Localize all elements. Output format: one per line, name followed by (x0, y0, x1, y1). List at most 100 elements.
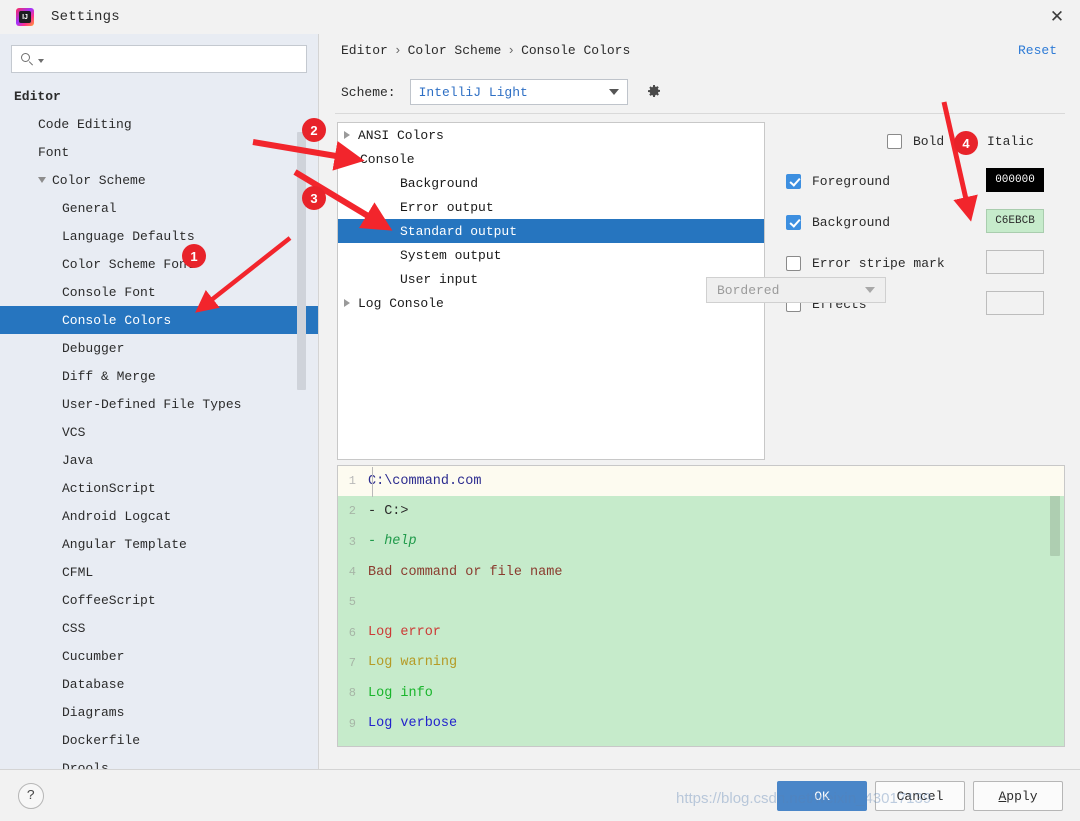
bold-checkbox[interactable] (887, 133, 902, 149)
sidebar-item-font[interactable]: Font (0, 138, 318, 166)
sidebar-item-vcs[interactable]: VCS (0, 418, 318, 446)
preview-line-text: Log info (368, 685, 433, 701)
sidebar-item-code-editing[interactable]: Code Editing (0, 110, 318, 138)
foreground-option-row: Foreground (786, 170, 890, 192)
sidebar-item-label: CoffeeScript (62, 592, 156, 608)
preview-line-number: 2 (348, 504, 356, 519)
preview-line: 6 Log error (338, 617, 1064, 647)
sidebar-item-label: Language Defaults (62, 228, 195, 244)
sidebar-item-dockerfile[interactable]: Dockerfile (0, 726, 318, 754)
sidebar-item-language-defaults[interactable]: Language Defaults (0, 222, 318, 250)
sidebar-item-cfml[interactable]: CFML (0, 558, 318, 586)
chevron-down-icon[interactable] (344, 156, 352, 163)
attr-item-label: Log Console (358, 295, 444, 311)
sidebar-item-label: Database (62, 676, 125, 692)
attr-item-log-console[interactable]: Log Console (338, 291, 764, 315)
error-stripe-label: Error stripe mark (812, 255, 945, 271)
bold-label: Bold (913, 133, 945, 149)
breadcrumb-item[interactable]: Console Colors (521, 43, 630, 58)
cancel-button[interactable]: Cancel (875, 781, 965, 811)
header-divider (335, 113, 1065, 114)
attr-item-background[interactable]: Background (338, 171, 764, 195)
sidebar-item-general[interactable]: General (0, 194, 318, 222)
breadcrumb-separator: › (393, 43, 402, 58)
foreground-checkbox[interactable] (786, 173, 801, 189)
sidebar-item-angular-template[interactable]: Angular Template (0, 530, 318, 558)
scheme-row: Scheme: IntelliJ Light (341, 79, 663, 105)
sidebar-item-editor[interactable]: Editor (0, 82, 318, 110)
chevron-right-icon[interactable] (344, 299, 350, 307)
attr-item-ansi-colors[interactable]: ANSI Colors (338, 123, 764, 147)
breadcrumb: Editor › Color Scheme › Console Colors (341, 43, 630, 58)
apply-button[interactable]: Apply (973, 781, 1063, 811)
sidebar-item-actionscript[interactable]: ActionScript (0, 474, 318, 502)
attr-item-console[interactable]: Console (338, 147, 764, 171)
reset-link[interactable]: Reset (1018, 43, 1057, 58)
sidebar-item-drools[interactable]: Drools (0, 754, 318, 770)
ok-button[interactable]: OK (777, 781, 867, 811)
close-icon[interactable]: ✕ (1034, 0, 1080, 34)
sidebar-item-color-scheme-font[interactable]: Color Scheme Font (0, 250, 318, 278)
annotation-badge-4: 4 (954, 131, 978, 155)
gear-icon[interactable] (645, 83, 663, 101)
attribute-options-panel: Bold Italic Foreground 000000 Background… (774, 122, 1074, 402)
preview-line-text: Log error (368, 625, 441, 641)
sidebar-item-cucumber[interactable]: Cucumber (0, 642, 318, 670)
sidebar-item-diagrams[interactable]: Diagrams (0, 698, 318, 726)
breadcrumb-item[interactable]: Color Scheme (408, 43, 502, 58)
preview-line: 8 Log info (338, 678, 1064, 708)
apply-mnemonic: A (998, 788, 1007, 804)
sidebar-item-label: Diff & Merge (62, 368, 156, 384)
error-stripe-color-swatch[interactable] (986, 250, 1044, 274)
intellij-idea-logo-icon: IJ (16, 8, 34, 26)
preview-line-number: 7 (348, 655, 356, 670)
help-button[interactable]: ? (18, 783, 44, 809)
background-checkbox[interactable] (786, 214, 801, 230)
sidebar-tree: Editor Code Editing Font Color Scheme Genera… (0, 82, 318, 769)
background-color-swatch[interactable]: C6EBCB (986, 209, 1044, 233)
preview-line: 4 Bad command or file name (338, 557, 1064, 587)
attr-item-label: Standard output (400, 223, 518, 239)
error-stripe-checkbox[interactable] (786, 255, 801, 271)
breadcrumb-item[interactable]: Editor (341, 43, 388, 58)
effect-type-value: Bordered (717, 282, 780, 298)
sidebar-scrollbar[interactable] (297, 132, 306, 390)
attr-item-error-output[interactable]: Error output (338, 195, 764, 219)
foreground-color-swatch[interactable]: 000000 (986, 168, 1044, 192)
breadcrumb-separator: › (507, 43, 516, 58)
attr-item-system-output[interactable]: System output (338, 243, 764, 267)
chevron-down-icon[interactable] (38, 177, 46, 183)
effects-color-swatch[interactable] (986, 291, 1044, 315)
sidebar-item-color-scheme[interactable]: Color Scheme (0, 166, 318, 194)
sidebar-item-android-logcat[interactable]: Android Logcat (0, 502, 318, 530)
preview-line-number: 4 (348, 565, 356, 580)
attr-item-label: System output (400, 247, 502, 263)
sidebar-item-coffeescript[interactable]: CoffeeScript (0, 586, 318, 614)
sidebar-item-java[interactable]: Java (0, 446, 318, 474)
sidebar-item-css[interactable]: CSS (0, 614, 318, 642)
foreground-label: Foreground (812, 173, 891, 189)
attr-item-user-input[interactable]: User input (338, 267, 764, 291)
settings-sidebar: Editor Code Editing Font Color Scheme Genera… (0, 34, 318, 769)
search-input[interactable] (48, 52, 298, 66)
search-box[interactable] (11, 45, 307, 73)
sidebar-item-database[interactable]: Database (0, 670, 318, 698)
background-option-row: Background (786, 211, 890, 233)
attr-item-standard-output[interactable]: Standard output (338, 219, 764, 243)
sidebar-item-debugger[interactable]: Debugger (0, 334, 318, 362)
chevron-right-icon[interactable] (344, 131, 350, 139)
chevron-down-icon[interactable] (38, 59, 44, 63)
console-preview[interactable]: ✔ 1C:\command.com2- C:>3- help4Bad comma… (337, 465, 1065, 747)
scheme-select[interactable]: IntelliJ Light (409, 79, 628, 105)
sidebar-item-diff-merge[interactable]: Diff & Merge (0, 362, 318, 390)
effect-type-select[interactable]: Bordered (706, 277, 886, 303)
preview-line-text: Log warning (368, 655, 458, 671)
preview-line: 7 Log warning (338, 648, 1064, 678)
scheme-label: Scheme: (341, 84, 396, 100)
preview-line: 9 Log verbose (338, 708, 1064, 738)
sidebar-item-label: Cucumber (62, 648, 125, 664)
sidebar-item-console-colors[interactable]: Console Colors (0, 306, 318, 334)
sidebar-item-console-font[interactable]: Console Font (0, 278, 318, 306)
preview-line-text: - C:> (368, 503, 409, 519)
sidebar-item-user-defined-file-types[interactable]: User-Defined File Types (0, 390, 318, 418)
